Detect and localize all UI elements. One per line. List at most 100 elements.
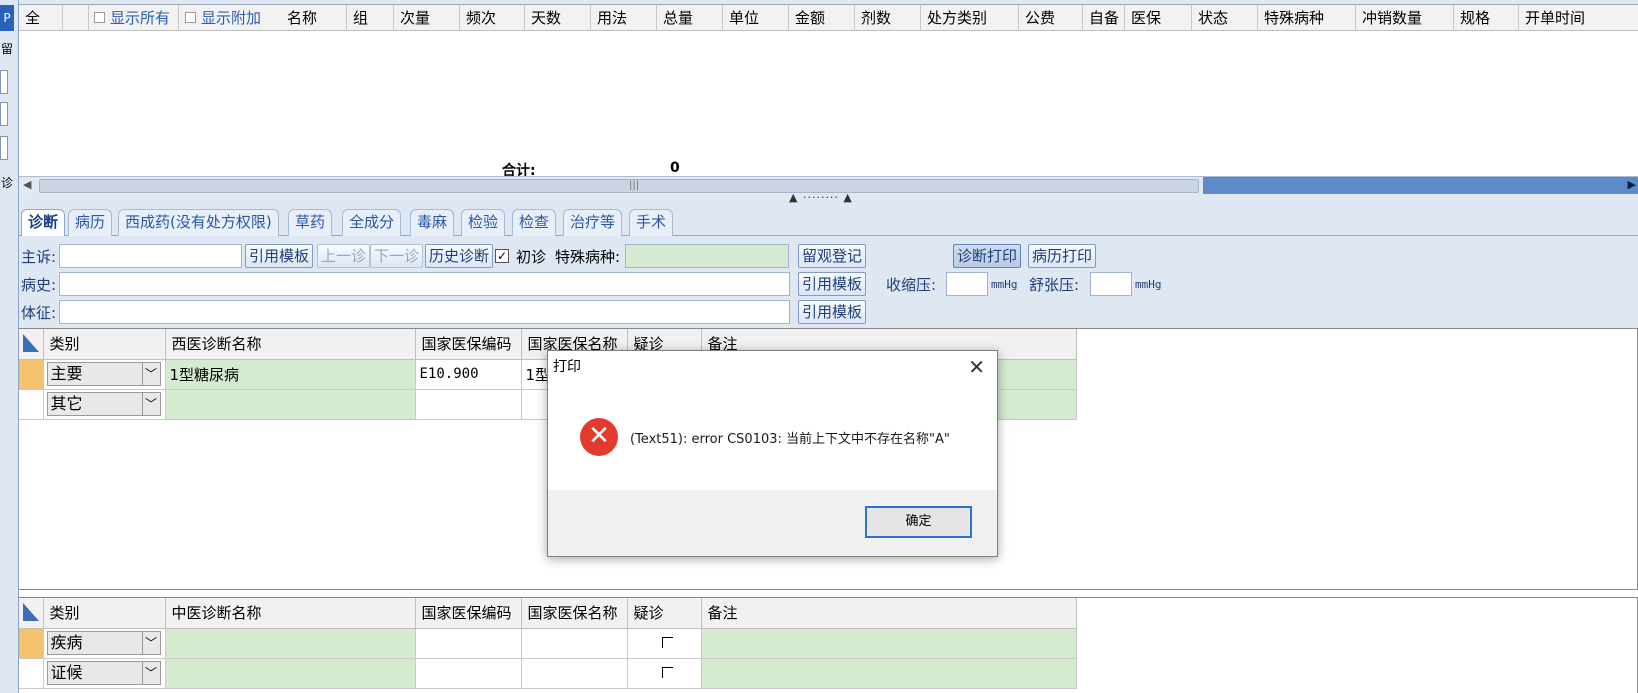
remark-cell[interactable] — [701, 658, 1077, 689]
chief-complaint-input[interactable] — [59, 244, 242, 268]
column-header[interactable]: 国家医保名称 — [521, 598, 628, 629]
row-selector[interactable] — [19, 628, 44, 659]
signs-template-button[interactable]: 引用模板 — [798, 300, 867, 324]
column-header[interactable]: 医保 — [1125, 5, 1192, 31]
suspected-cell[interactable] — [627, 658, 702, 689]
diagnosis-name-cell[interactable]: 1型糖尿病 — [165, 359, 416, 390]
column-header[interactable]: 国家医保编码 — [415, 598, 522, 629]
table-row[interactable]: 疾病 ﹀ — [19, 628, 1077, 659]
tab-lab-test[interactable]: 检验 — [461, 209, 506, 236]
show-all-checkbox[interactable]: 显示所有 — [89, 5, 179, 31]
chevron-down-icon[interactable]: ﹀ — [141, 632, 160, 654]
column-header[interactable]: 规格 — [1454, 5, 1519, 31]
chevron-down-icon[interactable]: ﹀ — [141, 662, 160, 684]
tab-diagnosis[interactable]: 诊断 — [21, 209, 66, 237]
signs-input[interactable] — [59, 300, 790, 324]
column-header[interactable]: 自备 — [1083, 5, 1125, 31]
category-select[interactable]: 主要 ﹀ — [46, 362, 161, 386]
column-header[interactable]: 总量 — [657, 5, 723, 31]
column-header[interactable]: 频次 — [460, 5, 525, 31]
left-strip-button[interactable] — [0, 102, 8, 126]
tab-examination[interactable]: 检查 — [512, 209, 557, 236]
table-corner[interactable] — [19, 329, 44, 360]
diagnosis-name-cell[interactable] — [165, 658, 416, 689]
table-row[interactable]: 证候 ﹀ — [19, 658, 1077, 689]
scroll-left-icon[interactable]: ◀ — [23, 178, 31, 191]
tab-full-ingredient[interactable]: 全成分 — [342, 209, 402, 236]
column-header[interactable]: 国家医保编码 — [415, 329, 522, 360]
column-header[interactable]: 单位 — [723, 5, 789, 31]
special-disease-input[interactable] — [625, 244, 789, 268]
remark-cell[interactable] — [701, 628, 1077, 659]
column-header[interactable]: 西医诊断名称 — [165, 329, 416, 360]
column-header[interactable]: 名称 — [281, 5, 347, 31]
tab-herbal[interactable]: 草药 — [288, 209, 333, 236]
close-icon[interactable]: ✕ — [968, 355, 985, 379]
chevron-down-icon[interactable]: ﹀ — [141, 363, 160, 385]
column-header[interactable]: 类别 — [43, 598, 166, 629]
column-header[interactable]: 公费 — [1019, 5, 1083, 31]
scrollbar-thumb[interactable] — [39, 179, 1199, 193]
diagnosis-name-cell[interactable] — [165, 389, 416, 420]
tab-surgery[interactable]: 手术 — [629, 209, 674, 236]
column-header[interactable]: 类别 — [43, 329, 166, 360]
column-header[interactable]: 次量 — [394, 5, 460, 31]
chevron-down-icon[interactable]: ﹀ — [141, 393, 160, 415]
column-header[interactable]: 状态 — [1192, 5, 1258, 31]
category-select[interactable]: 疾病 ﹀ — [46, 631, 161, 655]
prev-visit-button[interactable]: 上一诊 — [317, 244, 371, 268]
column-header[interactable]: 剂数 — [855, 5, 921, 31]
column-header[interactable]: 金额 — [789, 5, 855, 31]
suspected-cell[interactable] — [627, 628, 702, 659]
left-strip-button[interactable] — [0, 70, 8, 94]
column-header[interactable]: 开单时间 — [1519, 5, 1638, 31]
insurance-code-cell[interactable] — [415, 628, 522, 659]
column-header[interactable]: 疑诊 — [627, 598, 702, 629]
history-input[interactable] — [59, 272, 790, 296]
category-cell[interactable]: 其它 ﹀ — [43, 389, 166, 420]
column-header[interactable]: 备注 — [701, 598, 1077, 629]
diagnosis-print-button[interactable]: 诊断打印 — [953, 244, 1022, 268]
template-button[interactable]: 引用模板 — [245, 244, 314, 268]
diagnosis-name-cell[interactable] — [165, 628, 416, 659]
tab-western-medicine[interactable]: 西成药(没有处方权限) — [118, 209, 279, 236]
category-select[interactable]: 其它 ﹀ — [46, 392, 161, 416]
column-header[interactable]: 天数 — [525, 5, 591, 31]
column-header[interactable]: 特殊病种 — [1258, 5, 1356, 31]
tab-medical-record[interactable]: 病历 — [68, 209, 113, 236]
category-cell[interactable]: 证候 ﹀ — [43, 658, 166, 689]
panel-splitter[interactable]: ▲ ········ ▲ — [19, 191, 1638, 204]
insurance-name-cell[interactable] — [521, 658, 628, 689]
record-print-button[interactable]: 病历打印 — [1028, 244, 1097, 268]
column-header[interactable]: 处方类别 — [921, 5, 1019, 31]
tab-narcotic[interactable]: 毒麻 — [410, 209, 455, 236]
column-header[interactable]: 冲销数量 — [1356, 5, 1454, 31]
category-cell[interactable]: 主要 ﹀ — [43, 359, 166, 390]
row-selector[interactable] — [19, 658, 44, 689]
table-corner[interactable] — [19, 598, 44, 629]
category-cell[interactable]: 疾病 ﹀ — [43, 628, 166, 659]
next-visit-button[interactable]: 下一诊 — [370, 244, 424, 268]
history-template-button[interactable]: 引用模板 — [798, 272, 867, 296]
tab-treatment[interactable]: 治疗等 — [563, 209, 623, 236]
diastolic-input[interactable] — [1090, 272, 1132, 296]
insurance-code-cell[interactable] — [415, 389, 522, 420]
column-header[interactable]: 组 — [347, 5, 394, 31]
ok-button[interactable]: 确定 — [865, 506, 972, 538]
row-selector[interactable] — [19, 359, 44, 390]
column-select-all[interactable]: 全 — [19, 5, 63, 31]
scroll-right-icon[interactable]: ▶ — [1628, 178, 1636, 191]
scrollbar-track[interactable] — [1203, 177, 1638, 195]
suspected-checkbox[interactable] — [661, 667, 673, 678]
insurance-code-cell[interactable] — [415, 658, 522, 689]
category-select[interactable]: 证候 ﹀ — [46, 661, 161, 685]
insurance-code-cell[interactable]: E10.900 — [415, 359, 522, 390]
column-header[interactable]: 用法 — [591, 5, 657, 31]
first-visit-checkbox[interactable]: ✓ — [495, 249, 509, 263]
row-selector[interactable] — [19, 389, 44, 420]
observation-register-button[interactable]: 留观登记 — [798, 244, 867, 268]
suspected-checkbox[interactable] — [661, 637, 673, 648]
systolic-input[interactable] — [946, 272, 988, 296]
left-strip-button[interactable] — [0, 136, 8, 160]
insurance-name-cell[interactable] — [521, 628, 628, 659]
